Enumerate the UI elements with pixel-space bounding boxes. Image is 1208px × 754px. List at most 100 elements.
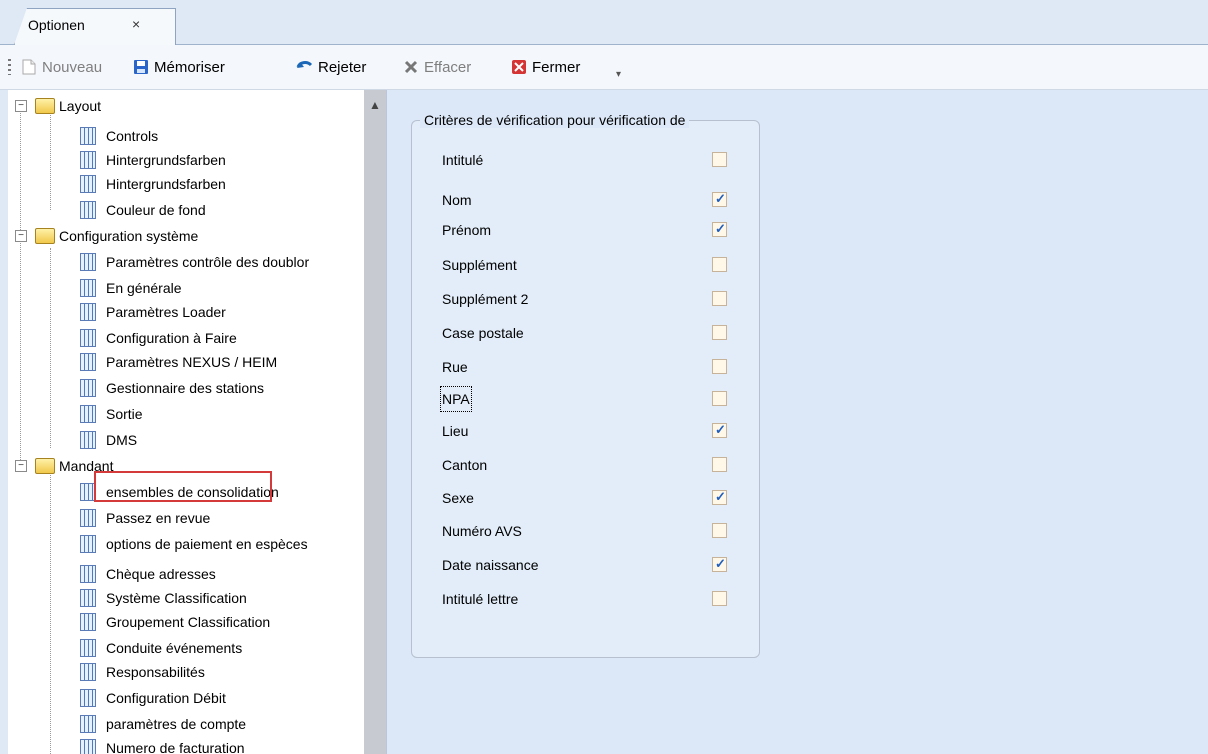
grid-icon bbox=[80, 303, 96, 321]
checkbox-case-postale[interactable] bbox=[712, 325, 727, 340]
tree-item-parametres-nexus-heim[interactable]: Paramètres NEXUS / HEIM bbox=[80, 350, 277, 374]
tree-item-couleur-de-fond[interactable]: Couleur de fond bbox=[80, 198, 206, 222]
checkbox-intitule[interactable] bbox=[712, 152, 727, 167]
grid-icon bbox=[80, 127, 96, 145]
close-window-icon bbox=[510, 58, 528, 76]
tree-item-conduite-evenements[interactable]: Conduite événements bbox=[80, 636, 242, 660]
grid-icon bbox=[80, 279, 96, 297]
collapse-icon[interactable]: − bbox=[15, 460, 27, 472]
tree-item-gestionnaire-stations[interactable]: Gestionnaire des stations bbox=[80, 376, 264, 400]
checkbox-numero-avs[interactable] bbox=[712, 523, 727, 538]
checkbox-sexe[interactable] bbox=[712, 489, 727, 505]
field-label-intitule-lettre: Intitulé lettre bbox=[442, 591, 519, 607]
field-label-intitule: Intitulé bbox=[442, 152, 484, 168]
tree-item-groupement-classification[interactable]: Groupement Classification bbox=[80, 610, 270, 634]
tab-title[interactable]: Optionen bbox=[28, 17, 85, 33]
collapse-icon[interactable]: − bbox=[15, 230, 27, 242]
selected-item-highlight bbox=[94, 471, 272, 502]
tree-item-label: En générale bbox=[106, 280, 182, 296]
save-button[interactable]: Mémoriser bbox=[132, 56, 225, 78]
tree-item-label: Couleur de fond bbox=[106, 202, 206, 218]
tree-item-cheque-adresses[interactable]: Chèque adresses bbox=[80, 562, 216, 586]
tree-item-controls[interactable]: Controls bbox=[80, 124, 158, 148]
tree-item-numero-facturation[interactable]: Numero de facturation bbox=[80, 736, 245, 754]
grid-icon bbox=[80, 151, 96, 169]
tree-item-background-colors[interactable]: Hintergrundsfarben bbox=[80, 148, 226, 172]
tree-item-background-colors-2[interactable]: Hintergrundsfarben bbox=[80, 172, 226, 196]
tree-connector bbox=[50, 472, 51, 754]
tree-scrollbar[interactable] bbox=[364, 90, 386, 754]
tree-item-label: Configuration Débit bbox=[106, 690, 226, 706]
checkbox-canton[interactable] bbox=[712, 457, 727, 472]
checkbox-lieu[interactable] bbox=[712, 422, 727, 438]
tree-item-parametres-loader[interactable]: Paramètres Loader bbox=[80, 300, 226, 324]
field-label-canton: Canton bbox=[442, 457, 488, 473]
tree-item-label: paramètres de compte bbox=[106, 716, 247, 732]
tree-item-dms[interactable]: DMS bbox=[80, 428, 137, 452]
close-icon[interactable]: × bbox=[132, 16, 140, 32]
grid-icon bbox=[80, 715, 96, 733]
toolbar-overflow-icon[interactable]: ▾ bbox=[616, 69, 621, 80]
tree-item-responsabilites[interactable]: Responsabilités bbox=[80, 660, 205, 684]
tree-item-configuration-a-faire[interactable]: Configuration à Faire bbox=[80, 326, 237, 350]
checkbox-rue[interactable] bbox=[712, 359, 727, 374]
scroll-up-icon[interactable]: ▲ bbox=[365, 98, 385, 114]
field-label-nom: Nom bbox=[442, 192, 472, 208]
grid-icon bbox=[80, 329, 96, 347]
tree-item-parametres-controle-doublons[interactable]: Paramètres contrôle des doublor bbox=[80, 250, 309, 274]
tree-group-layout[interactable]: − Layout bbox=[15, 94, 101, 118]
tree-item-label: Hintergrundsfarben bbox=[106, 176, 226, 192]
checkbox-nom[interactable] bbox=[712, 191, 727, 207]
checkbox-supplement-2[interactable] bbox=[712, 291, 727, 306]
grid-icon bbox=[80, 613, 96, 631]
reject-button-label: Rejeter bbox=[318, 58, 367, 76]
tree-group-label: Configuration système bbox=[59, 228, 199, 244]
tree-item-label: Controls bbox=[106, 128, 159, 144]
checkbox-prenom[interactable] bbox=[712, 221, 727, 237]
grid-icon bbox=[80, 353, 96, 371]
field-label-prenom: Prénom bbox=[442, 222, 492, 238]
new-button[interactable]: Nouveau bbox=[20, 56, 102, 78]
checkbox-intitule-lettre[interactable] bbox=[712, 591, 727, 606]
field-label-lieu: Lieu bbox=[442, 423, 469, 439]
grid-icon bbox=[80, 639, 96, 657]
tree-item-sortie[interactable]: Sortie bbox=[80, 402, 143, 426]
delete-button[interactable]: Effacer bbox=[402, 56, 471, 78]
tree-item-label: Gestionnaire des stations bbox=[106, 380, 264, 396]
collapse-icon[interactable]: − bbox=[15, 100, 27, 112]
grid-icon bbox=[80, 405, 96, 423]
grid-icon bbox=[80, 535, 96, 553]
tab-strip: Optionen × bbox=[0, 0, 1208, 45]
toolbar-grip[interactable] bbox=[8, 59, 11, 75]
toolbar: Nouveau Mémoriser Rejeter Effacer Fermer… bbox=[0, 45, 1208, 90]
tree-item-label: options de paiement en espèces bbox=[106, 536, 308, 552]
field-label-rue: Rue bbox=[442, 359, 468, 375]
checkbox-npa[interactable] bbox=[712, 391, 727, 406]
tree-item-options-paiement[interactable]: options de paiement en espèces bbox=[80, 532, 308, 556]
tree-item-label: DMS bbox=[106, 432, 138, 448]
group-legend: Critères de vérification pour vérificati… bbox=[420, 112, 690, 128]
tree-item-en-generale[interactable]: En générale bbox=[80, 276, 182, 300]
tree-connector bbox=[50, 106, 51, 210]
close-button[interactable]: Fermer bbox=[510, 56, 580, 78]
field-label-sexe: Sexe bbox=[442, 490, 474, 506]
tree-item-configuration-debit[interactable]: Configuration Débit bbox=[80, 686, 226, 710]
tree-item-label: Groupement Classification bbox=[106, 614, 271, 630]
field-label-supplement-2: Supplément 2 bbox=[442, 291, 529, 307]
grid-icon bbox=[80, 689, 96, 707]
save-icon bbox=[132, 58, 150, 76]
grid-icon bbox=[80, 379, 96, 397]
tree-item-passez-en-revue[interactable]: Passez en revue bbox=[80, 506, 210, 530]
undo-arrow-icon bbox=[296, 58, 314, 76]
checkbox-supplement[interactable] bbox=[712, 257, 727, 272]
tree-group-configuration-systeme[interactable]: − Configuration système bbox=[15, 224, 198, 248]
checkbox-date-naissance[interactable] bbox=[712, 556, 727, 572]
tree-item-parametres-de-compte[interactable]: paramètres de compte bbox=[80, 712, 246, 736]
tree-item-label: Numero de facturation bbox=[106, 740, 245, 754]
tree-item-label: Configuration à Faire bbox=[106, 330, 237, 346]
grid-icon bbox=[80, 431, 96, 449]
tree-item-systeme-classification[interactable]: Système Classification bbox=[80, 586, 247, 610]
grid-icon bbox=[80, 739, 96, 754]
tree-item-label: Système Classification bbox=[106, 590, 247, 606]
reject-button[interactable]: Rejeter bbox=[296, 56, 366, 78]
